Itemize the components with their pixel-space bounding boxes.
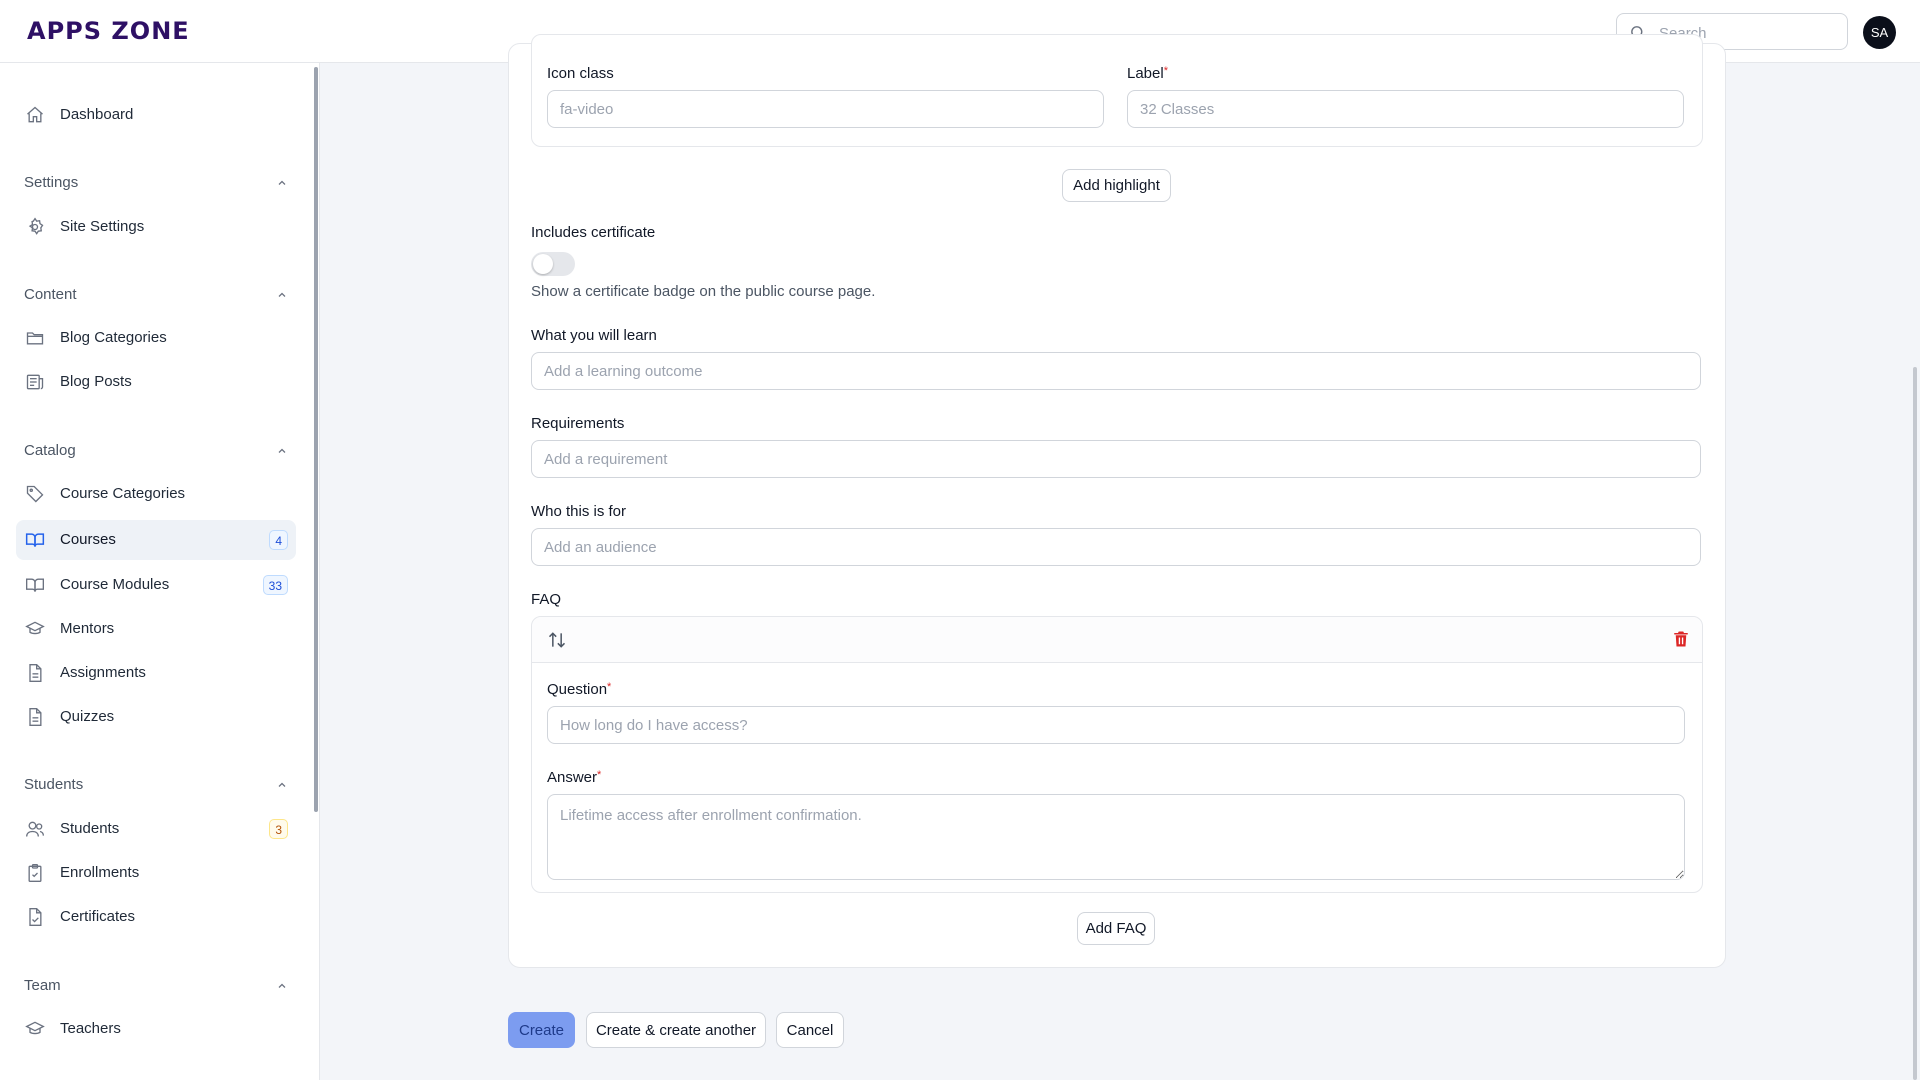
sidebar-group-content[interactable]: Content bbox=[24, 283, 288, 307]
app-logo[interactable]: APPS ZONE bbox=[27, 17, 190, 45]
includes-certificate-label: Includes certificate bbox=[531, 224, 656, 241]
toggle-knob bbox=[533, 254, 553, 274]
sidebar-group-students[interactable]: Students bbox=[24, 773, 288, 797]
group-label: Students bbox=[24, 776, 84, 793]
count-badge: 33 bbox=[262, 575, 288, 595]
sidebar-item-label: Mentors bbox=[60, 620, 115, 637]
group-label: Team bbox=[24, 977, 61, 994]
folder-icon bbox=[25, 328, 45, 348]
user-avatar[interactable]: SA bbox=[1863, 16, 1896, 49]
faq-item: Question* Answer* bbox=[531, 616, 1703, 893]
reorder-icon[interactable] bbox=[547, 630, 567, 650]
chevron-up-icon bbox=[276, 980, 288, 992]
sidebar-item-label: Blog Categories bbox=[60, 329, 167, 346]
count-badge: 3 bbox=[269, 819, 288, 839]
sidebar-group-team[interactable]: Team bbox=[24, 974, 288, 998]
document-icon bbox=[25, 663, 45, 683]
chevron-up-icon bbox=[276, 779, 288, 791]
sidebar-item-label: Students bbox=[60, 820, 120, 837]
sidebar-group-catalog[interactable]: Catalog bbox=[24, 439, 288, 463]
create-another-button[interactable]: Create & create another bbox=[586, 1012, 766, 1048]
document-icon bbox=[25, 707, 45, 727]
sidebar-item-label: Certificates bbox=[60, 908, 136, 925]
audience-input[interactable] bbox=[531, 528, 1701, 566]
requirements-label: Requirements bbox=[531, 415, 625, 432]
includes-certificate-toggle[interactable] bbox=[531, 252, 575, 276]
faq-item-header bbox=[532, 617, 1702, 663]
sidebar-item-label: Course Categories bbox=[60, 485, 186, 502]
add-faq-button[interactable]: Add FAQ bbox=[1077, 912, 1155, 945]
label-input[interactable] bbox=[1127, 90, 1684, 128]
sidebar: Dashboard Settings Site Settings Content… bbox=[0, 63, 320, 1080]
learn-input[interactable] bbox=[531, 352, 1701, 390]
question-label: Question* bbox=[547, 681, 612, 698]
sidebar-scrollbar[interactable] bbox=[314, 67, 318, 812]
audience-label: Who this is for bbox=[531, 503, 627, 520]
sidebar-item-enrollments[interactable]: Enrollments bbox=[16, 853, 296, 893]
sidebar-group-settings[interactable]: Settings bbox=[24, 171, 288, 195]
sidebar-item-students[interactable]: Students 3 bbox=[16, 809, 296, 849]
sidebar-item-blog-posts[interactable]: Blog Posts bbox=[16, 362, 296, 402]
create-button[interactable]: Create bbox=[508, 1012, 575, 1048]
required-mark: * bbox=[597, 769, 602, 781]
home-icon bbox=[25, 105, 45, 125]
course-form-card: Icon class Label* Add highlight Includes… bbox=[508, 34, 1726, 968]
required-mark: * bbox=[607, 681, 612, 693]
open-book-icon bbox=[25, 530, 45, 550]
sidebar-item-label: Enrollments bbox=[60, 864, 140, 881]
sidebar-item-site-settings[interactable]: Site Settings bbox=[16, 207, 296, 247]
chevron-up-icon bbox=[276, 289, 288, 301]
sidebar-item-label: Blog Posts bbox=[60, 373, 132, 390]
highlight-item: Icon class Label* bbox=[531, 34, 1703, 147]
sidebar-item-label: Quizzes bbox=[60, 708, 115, 725]
learn-label: What you will learn bbox=[531, 327, 657, 344]
answer-label: Answer* bbox=[547, 769, 602, 786]
icon-class-label: Icon class bbox=[547, 65, 614, 82]
label-label: Label* bbox=[1127, 65, 1168, 82]
trash-icon[interactable] bbox=[1672, 629, 1690, 649]
sidebar-item-label: Teachers bbox=[60, 1020, 121, 1037]
users-icon bbox=[25, 819, 45, 839]
group-label: Settings bbox=[24, 174, 79, 191]
sidebar-item-course-categories[interactable]: Course Categories bbox=[16, 474, 296, 514]
sidebar-item-label: Dashboard bbox=[60, 106, 134, 123]
required-mark: * bbox=[1163, 65, 1168, 77]
add-highlight-button[interactable]: Add highlight bbox=[1062, 169, 1171, 202]
cancel-button[interactable]: Cancel bbox=[776, 1012, 844, 1048]
gear-icon bbox=[25, 217, 45, 237]
sidebar-item-label: Site Settings bbox=[60, 218, 145, 235]
chevron-up-icon bbox=[276, 177, 288, 189]
sidebar-item-blog-categories[interactable]: Blog Categories bbox=[16, 318, 296, 358]
page-scrollbar[interactable] bbox=[1913, 367, 1917, 1080]
graduation-cap-icon bbox=[25, 1019, 45, 1039]
sidebar-item-teachers[interactable]: Teachers bbox=[16, 1009, 296, 1049]
clipboard-check-icon bbox=[25, 863, 45, 883]
chevron-up-icon bbox=[276, 445, 288, 457]
sidebar-item-course-modules[interactable]: Course Modules 33 bbox=[16, 565, 296, 605]
group-label: Content bbox=[24, 286, 77, 303]
sidebar-item-quizzes[interactable]: Quizzes bbox=[16, 697, 296, 737]
question-input[interactable] bbox=[547, 706, 1685, 744]
faq-label: FAQ bbox=[531, 591, 562, 608]
newspaper-icon bbox=[25, 372, 45, 392]
sidebar-item-dashboard[interactable]: Dashboard bbox=[16, 95, 296, 135]
sidebar-item-courses[interactable]: Courses 4 bbox=[16, 520, 296, 560]
sidebar-item-mentors[interactable]: Mentors bbox=[16, 609, 296, 649]
tag-icon bbox=[25, 484, 45, 504]
sidebar-item-label: Assignments bbox=[60, 664, 146, 681]
sidebar-item-label: Courses bbox=[60, 531, 116, 548]
sidebar-item-assignments[interactable]: Assignments bbox=[16, 653, 296, 693]
requirements-input[interactable] bbox=[531, 440, 1701, 478]
document-check-icon bbox=[25, 907, 45, 927]
open-book-icon bbox=[25, 575, 45, 595]
count-badge: 4 bbox=[269, 530, 288, 550]
sidebar-item-label: Course Modules bbox=[60, 576, 170, 593]
main-content: Icon class Label* Add highlight Includes… bbox=[320, 34, 1920, 1080]
group-label: Catalog bbox=[24, 442, 76, 459]
graduation-cap-icon bbox=[25, 619, 45, 639]
sidebar-item-certificates[interactable]: Certificates bbox=[16, 897, 296, 937]
certificate-helper-text: Show a certificate badge on the public c… bbox=[531, 283, 876, 300]
answer-textarea[interactable] bbox=[547, 794, 1685, 880]
icon-class-input[interactable] bbox=[547, 90, 1104, 128]
